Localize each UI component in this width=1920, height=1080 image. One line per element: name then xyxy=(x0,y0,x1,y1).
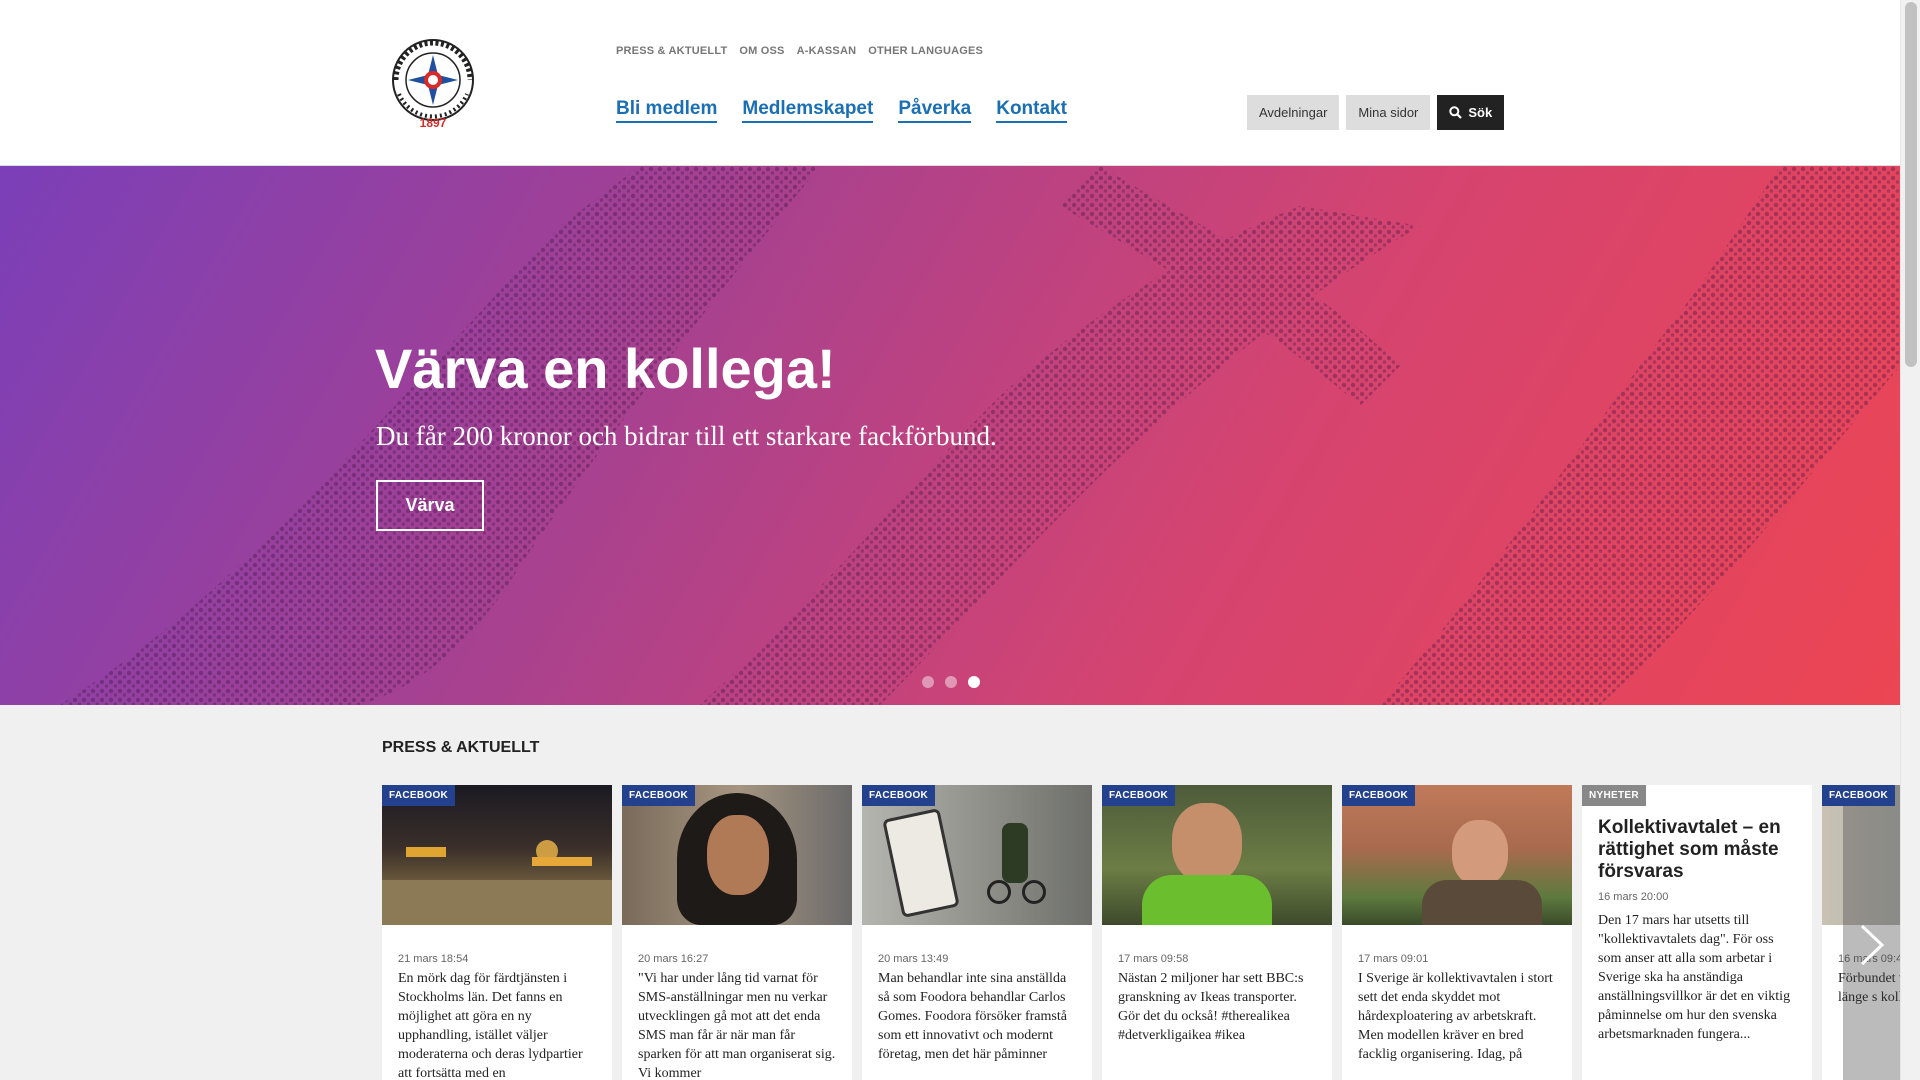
card-text: "Vi har under lång tid varnat för SMS-an… xyxy=(638,971,836,1080)
hero-carousel: Värva en kollega! Du får 200 kronor och … xyxy=(0,166,1900,705)
card-date: 17 mars 09:58 xyxy=(1118,953,1189,965)
topnav-other-languages[interactable]: OTHER LANGUAGES xyxy=(868,45,983,57)
taxi-photo: FACEBOOK xyxy=(382,785,612,925)
search-icon xyxy=(1449,106,1463,119)
search-button-label: Sök xyxy=(1468,105,1493,120)
card-text: En mörk dag för färdtjänsten i Stockholm… xyxy=(398,971,583,1080)
news-section: PRESS & AKTUELLT FACEBOOK 21 mars 18:54 … xyxy=(0,705,1900,1080)
card-badge: FACEBOOK xyxy=(1342,785,1416,806)
nav-medlemskapet[interactable]: Medlemskapet xyxy=(742,98,874,123)
topnav-about[interactable]: OM OSS xyxy=(739,45,784,57)
news-card[interactable]: FACEBOOK 21 mars 18:54 En mörk dag för f… xyxy=(382,785,612,1080)
news-card[interactable]: NYHETER Kollektivavtalet – en rättighet … xyxy=(1582,785,1812,1080)
card-text: Man behandlar inte sina anställda så som… xyxy=(878,971,1067,1062)
carousel-dots xyxy=(922,676,980,688)
hero-subtitle: Du får 200 kronor och bidrar till ett st… xyxy=(376,421,997,451)
courier-photo: FACEBOOK xyxy=(862,785,1092,925)
news-cards: FACEBOOK 21 mars 18:54 En mörk dag för f… xyxy=(382,785,1900,1080)
news-card[interactable]: FACEBOOK 20 mars 13:49 Man behandlar int… xyxy=(862,785,1092,1080)
card-badge: FACEBOOK xyxy=(622,785,696,806)
nav-bli-medlem[interactable]: Bli medlem xyxy=(616,98,718,123)
my-pages-button[interactable]: Mina sidor xyxy=(1346,95,1431,130)
card-badge: FACEBOOK xyxy=(382,785,456,806)
card-date: 21 mars 18:54 xyxy=(398,953,469,965)
card-text: Den 17 mars har utsetts till "kollektiva… xyxy=(1598,913,1791,1042)
carousel-dot-3[interactable] xyxy=(968,676,980,688)
man-street-photo: FACEBOOK xyxy=(1342,785,1572,925)
card-badge: FACEBOOK xyxy=(1822,785,1896,806)
news-card[interactable]: FACEBOOK 20 mars 16:27 "Vi har under lån… xyxy=(622,785,852,1080)
departments-button[interactable]: Avdelningar xyxy=(1247,95,1340,130)
carousel-dot-1[interactable] xyxy=(922,676,934,688)
card-date: 20 mars 16:27 xyxy=(638,953,709,965)
topnav-press[interactable]: PRESS & AKTUELLT xyxy=(616,45,727,57)
chevron-right-icon xyxy=(1860,924,1884,966)
news-card[interactable]: FACEBOOK 17 mars 09:01 I Sverige är koll… xyxy=(1342,785,1572,1080)
carousel-dot-2[interactable] xyxy=(945,676,957,688)
hero-title: Värva en kollega! xyxy=(375,337,836,400)
nav-paverka[interactable]: Påverka xyxy=(898,98,972,123)
utility-nav: PRESS & AKTUELLT OM OSS A-KASSAN OTHER L… xyxy=(616,45,983,57)
card-text: I Sverige är kollektivavtalen i stort se… xyxy=(1358,971,1553,1062)
carousel-next-button[interactable] xyxy=(1843,785,1900,1080)
recruit-button[interactable]: Värva xyxy=(376,480,484,531)
site-header: 1897 PRESS & AKTUELLT OM OSS A-KASSAN OT… xyxy=(0,0,1900,166)
card-badge: NYHETER xyxy=(1582,785,1646,806)
card-date: 17 mars 09:01 xyxy=(1358,953,1429,965)
main-nav: Bli medlem Medlemskapet Påverka Kontakt xyxy=(616,98,1067,123)
card-badge: FACEBOOK xyxy=(862,785,936,806)
news-card[interactable]: FACEBOOK 17 mars 09:58 Nästan 2 miljoner… xyxy=(1102,785,1332,1080)
card-text: Nästan 2 miljoner har sett BBC:s granskn… xyxy=(1118,971,1304,1043)
search-button[interactable]: Sök xyxy=(1437,95,1505,130)
driver-photo: FACEBOOK xyxy=(1102,785,1332,925)
scrollbar-thumb[interactable] xyxy=(1905,2,1917,367)
card-date: 16 mars 20:00 xyxy=(1598,891,1669,903)
header-actions: Avdelningar Mina sidor Sök xyxy=(1247,95,1505,130)
card-badge: FACEBOOK xyxy=(1102,785,1176,806)
logo[interactable]: 1897 xyxy=(382,34,484,134)
topnav-a-kassan[interactable]: A-KASSAN xyxy=(797,45,857,57)
portrait-photo: FACEBOOK xyxy=(622,785,852,925)
logo-year: 1897 xyxy=(419,116,447,130)
card-date: 20 mars 13:49 xyxy=(878,953,949,965)
page-scrollbar[interactable] xyxy=(1900,0,1920,1080)
news-heading: PRESS & AKTUELLT xyxy=(382,739,540,756)
nav-kontakt[interactable]: Kontakt xyxy=(996,98,1067,123)
